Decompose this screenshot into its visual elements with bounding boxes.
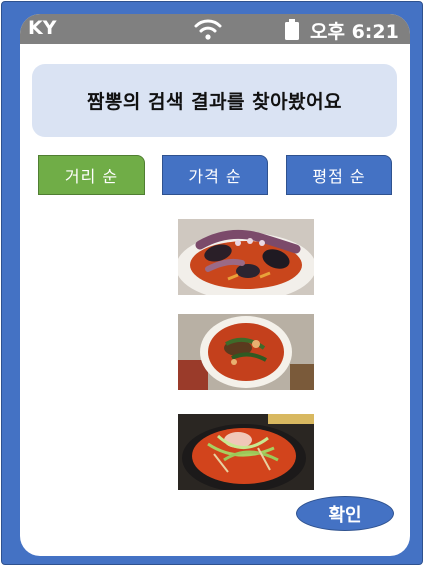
phone-frame: KY 오후 6:21 짬뽕의 검색 결과를 찾아봤어요 거리 순 가격 순 평점… [1,1,423,565]
clock: 오후 6:21 [310,21,399,43]
sort-button-label: 가격 순 [188,167,242,186]
sort-button-label: 거리 순 [64,167,119,186]
wifi-icon [193,17,223,41]
sort-button-label: 평점 순 [312,167,366,186]
confirm-button[interactable]: 확인 [296,496,394,531]
result-image-spicy-noodle-soup[interactable] [178,414,314,490]
sort-by-rating-button[interactable]: 평점 순 [286,155,392,195]
result-image-seafood-jjamppong[interactable] [178,219,314,295]
carrier-label: KY [28,17,57,39]
result-image-jjamppong-bowl[interactable] [178,314,314,390]
status-bar: KY 오후 6:21 [20,14,410,44]
phone-screen: KY 오후 6:21 짬뽕의 검색 결과를 찾아봤어요 거리 순 가격 순 평점… [20,14,410,556]
battery-icon [285,19,299,40]
search-result-message: 짬뽕의 검색 결과를 찾아봤어요 [86,91,343,113]
sort-by-price-button[interactable]: 가격 순 [162,155,268,195]
sort-by-distance-button[interactable]: 거리 순 [38,155,145,195]
search-result-banner: 짬뽕의 검색 결과를 찾아봤어요 [32,64,397,137]
confirm-button-label: 확인 [328,504,362,526]
